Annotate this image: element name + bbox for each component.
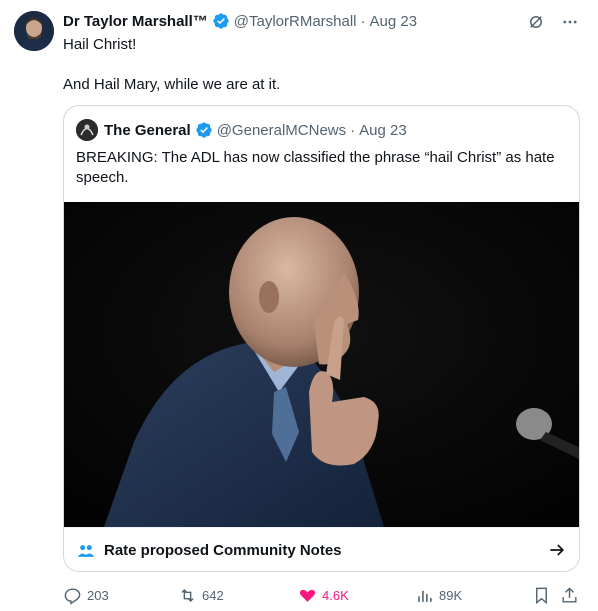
author-name[interactable]: Dr Taylor Marshall™ bbox=[63, 13, 208, 30]
author-avatar[interactable] bbox=[14, 11, 54, 51]
post-text: Hail Christ! And Hail Mary, while we are… bbox=[63, 35, 583, 95]
repost-button[interactable]: 642 bbox=[178, 584, 224, 606]
reply-icon bbox=[64, 587, 81, 605]
quoted-author-name[interactable]: The General bbox=[104, 122, 191, 139]
views-count: 89K bbox=[439, 587, 463, 603]
share-icon bbox=[562, 586, 577, 603]
arrow-right-icon bbox=[547, 540, 567, 560]
quoted-post-text: BREAKING: The ADL has now classified the… bbox=[76, 149, 555, 186]
community-notes-icon bbox=[76, 541, 96, 561]
community-notes-bar[interactable]: Rate proposed Community Notes bbox=[64, 527, 579, 571]
post-header: Dr Taylor Marshall™ @TaylorRMarshall · A… bbox=[63, 11, 417, 31]
avatar-image bbox=[14, 11, 54, 51]
community-notes-label: Rate proposed Community Notes bbox=[104, 542, 342, 559]
quoted-author-avatar bbox=[76, 119, 98, 141]
repost-icon bbox=[181, 588, 194, 602]
verified-badge-icon bbox=[195, 121, 213, 139]
post-date[interactable]: Aug 23 bbox=[370, 13, 418, 30]
bookmark-icon bbox=[536, 587, 547, 604]
grok-icon[interactable] bbox=[526, 12, 546, 32]
quoted-post-photo[interactable] bbox=[64, 202, 579, 527]
quoted-post-date[interactable]: Aug 23 bbox=[359, 122, 407, 139]
analytics-icon bbox=[418, 590, 432, 602]
repost-count: 642 bbox=[202, 587, 224, 603]
heart-icon bbox=[299, 589, 316, 602]
post-text-line1: Hail Christ! bbox=[63, 36, 137, 53]
verified-badge-icon bbox=[212, 12, 230, 30]
like-count: 4.6K bbox=[322, 587, 349, 603]
more-options-icon[interactable] bbox=[560, 12, 580, 32]
top-right-actions bbox=[526, 12, 580, 32]
bookmark-button[interactable] bbox=[532, 584, 551, 606]
author-handle[interactable]: @TaylorRMarshall bbox=[234, 13, 357, 30]
separator-dot: · bbox=[360, 12, 366, 30]
quoted-author-handle[interactable]: @GeneralMCNews bbox=[217, 122, 346, 139]
reply-count: 203 bbox=[87, 587, 109, 603]
quoted-post-header: The General @GeneralMCNews · Aug 23 bbox=[76, 118, 407, 142]
post-action-bar: 203 642 4.6K 89K bbox=[63, 584, 583, 606]
quoted-post-card[interactable]: The General @GeneralMCNews · Aug 23 BREA… bbox=[63, 105, 580, 572]
share-button[interactable] bbox=[560, 584, 579, 606]
post-text-line2: And Hail Mary, while we are at it. bbox=[63, 76, 281, 93]
speaker-photo bbox=[64, 202, 579, 527]
like-button[interactable]: 4.6K bbox=[298, 584, 349, 606]
separator-dot: · bbox=[350, 121, 356, 139]
reply-button[interactable]: 203 bbox=[63, 584, 109, 606]
views-button[interactable]: 89K bbox=[415, 584, 462, 606]
